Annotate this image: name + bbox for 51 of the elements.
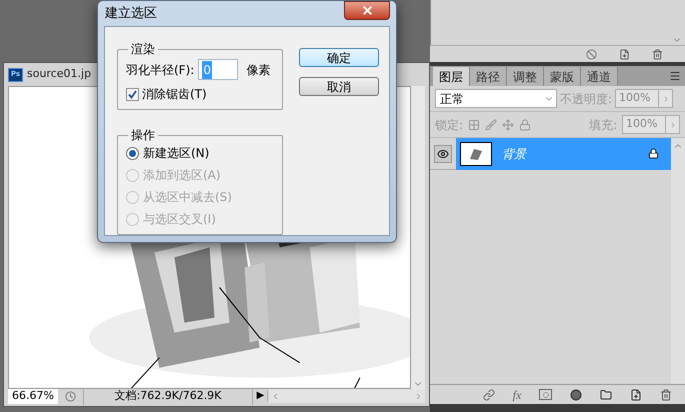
dialog-button[interactable]: 取消 xyxy=(299,77,379,96)
check-icon xyxy=(128,90,137,98)
vertical-scrollbar[interactable] xyxy=(411,86,425,389)
document-status: 文档:762.9K/762.9K xyxy=(83,388,253,404)
panel-tab[interactable]: 调整 xyxy=(507,67,544,86)
group-title: 操作 xyxy=(130,127,156,144)
checkbox[interactable] xyxy=(126,88,139,100)
close-icon xyxy=(360,4,374,17)
new-item-icon[interactable] xyxy=(619,48,630,60)
dialog-title: 建立选区 xyxy=(104,4,157,23)
dialog-button[interactable]: 确定 xyxy=(299,48,379,67)
adjustment-icon[interactable] xyxy=(570,388,582,400)
link-icon[interactable] xyxy=(482,388,495,400)
unit-label: 像素 xyxy=(246,62,270,78)
lock-label: 锁定: xyxy=(435,116,464,134)
scroll-right-icon xyxy=(414,392,423,401)
trash-icon[interactable] xyxy=(652,48,663,60)
horizontal-scrollbar[interactable] xyxy=(269,389,425,404)
visibility-toggle[interactable] xyxy=(434,144,452,162)
feather-label: 羽化半径(F): xyxy=(126,62,194,78)
zoom-field[interactable]: 66.67% xyxy=(8,388,58,404)
panel-tab[interactable]: 通道 xyxy=(581,67,618,86)
timer-icon xyxy=(65,390,76,402)
folder-icon[interactable] xyxy=(600,388,612,400)
trash-icon[interactable] xyxy=(660,388,672,400)
eye-icon xyxy=(437,148,449,160)
panel-tab[interactable]: 路径 xyxy=(470,67,507,86)
status-menu-button[interactable]: ▶ xyxy=(254,391,268,402)
opacity-label: 不透明度: xyxy=(560,90,612,108)
radio-label: 从选区中减去(S) xyxy=(143,189,232,206)
blend-mode-select[interactable]: 正常 xyxy=(435,89,557,108)
layer-name: 背景 xyxy=(502,146,528,162)
panel-menu-icon[interactable] xyxy=(669,70,681,82)
vertical-scrollbar[interactable] xyxy=(671,138,685,384)
layer-thumbnail xyxy=(460,142,492,166)
checkbox-label: 消除锯齿(T) xyxy=(142,86,207,103)
mask-icon[interactable] xyxy=(539,389,552,400)
no-sign-icon[interactable] xyxy=(586,48,597,60)
radio-label: 添加到选区(A) xyxy=(143,167,221,184)
document-title: source01.jp xyxy=(27,66,92,82)
fx-icon[interactable]: fx xyxy=(512,386,522,404)
panel-tab[interactable]: 图层 xyxy=(433,67,470,86)
group-title: 渲染 xyxy=(130,41,156,58)
fill-label: 填充: xyxy=(588,116,617,134)
new-layer-icon[interactable] xyxy=(630,388,642,400)
radio-button[interactable] xyxy=(126,146,139,160)
close-button[interactable] xyxy=(344,1,390,20)
radio-label: 新建选区(N) xyxy=(143,145,210,162)
panel-tab[interactable]: 蒙版 xyxy=(544,67,581,86)
scroll-left-icon xyxy=(271,392,280,401)
radio-label: 与选区交叉(I) xyxy=(143,211,216,228)
